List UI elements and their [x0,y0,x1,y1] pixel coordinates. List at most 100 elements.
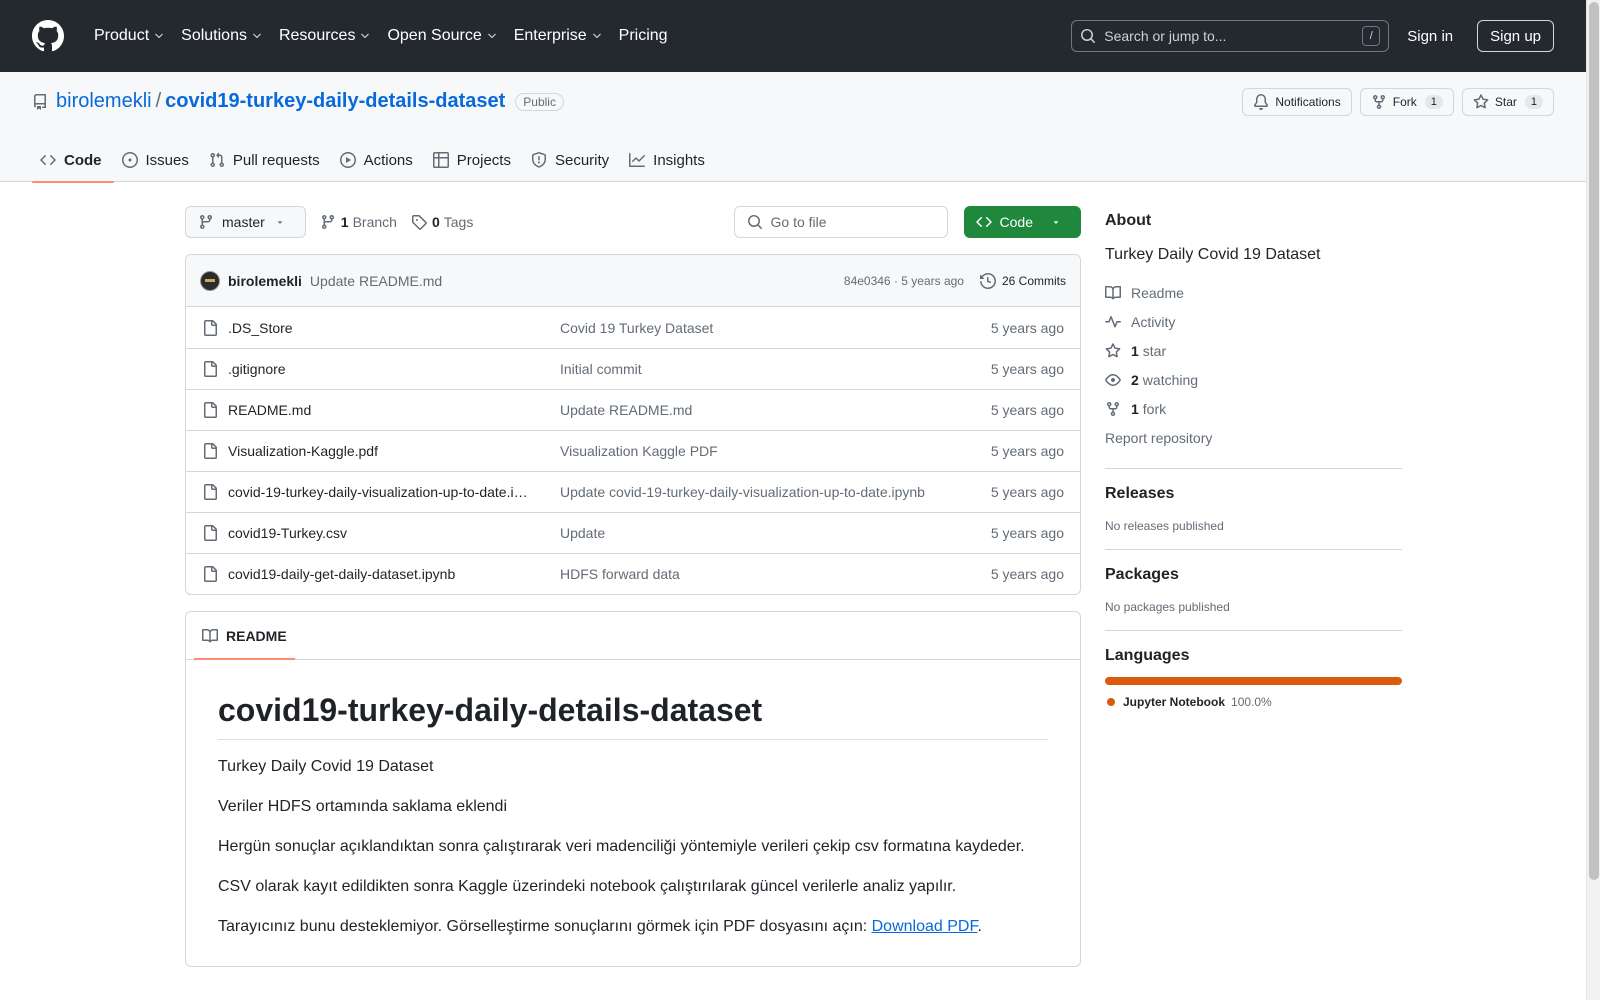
file-commit-message-link[interactable]: Visualization Kaggle PDF [560,443,944,459]
file-navigation: master 1 Branch 0 Tags Go to file Code [185,206,1081,238]
tab-issues[interactable]: Issues [114,138,201,182]
tag-icon [411,215,427,230]
tags-link[interactable]: 0 Tags [411,214,473,230]
file-name-link[interactable]: covid19-Turkey.csv [228,525,528,541]
language-item[interactable]: Jupyter Notebook 100.0% [1105,695,1402,709]
tab-label: Security [554,151,610,169]
go-to-file-input[interactable]: Go to file [733,206,948,238]
global-search-input[interactable]: Search or jump to... / [1071,20,1390,52]
branch-select-button[interactable]: master [185,206,306,238]
tab-readme[interactable]: README [194,612,295,660]
readme-link[interactable]: Readme [1105,278,1402,307]
visibility-badge: Public [515,92,564,111]
tab-actions[interactable]: Actions [332,138,425,182]
tab-insights[interactable]: Insights [621,138,717,182]
star-label: Star [1494,95,1517,109]
repo-owner-link[interactable]: birolemekli [56,90,152,113]
file-name-link[interactable]: README.md [228,402,528,418]
file-name-link[interactable]: .gitignore [228,361,528,377]
tab-pull-requests[interactable]: Pull requests [201,138,332,182]
nav-pricing[interactable]: Pricing [611,20,676,52]
nav-enterprise[interactable]: Enterprise [506,20,611,52]
search-placeholder: Search or jump to... [1104,28,1227,44]
file-commit-message-link[interactable]: Initial commit [560,361,944,377]
header-right: Search or jump to... / Sign in Sign up [1071,20,1554,52]
nav-label: Resources [278,27,356,44]
file-commit-message-link[interactable]: Update [560,525,944,541]
github-logo-icon[interactable] [32,20,64,52]
page-scrollbar[interactable] [1586,0,1600,1000]
file-commit-date: 5 years ago [990,443,1064,459]
repo-sidebar: About Turkey Daily Covid 19 Dataset Read… [1105,212,1402,709]
chevron-down-icon [592,33,601,39]
repo-actions: Notifications Fork 1 Star 1 [1242,88,1554,116]
fork-label: Fork [1392,95,1417,109]
table-row: .gitignore Initial commit 5 years ago [186,348,1080,389]
readme-title: covid19-turkey-daily-details-dataset [218,692,1048,740]
download-pdf-link[interactable]: Download PDF [872,918,978,935]
tab-security[interactable]: Security [523,138,621,182]
file-name-link[interactable]: Visualization-Kaggle.pdf [228,443,528,459]
scrollbar-thumb[interactable] [1589,2,1599,880]
play-icon [339,152,356,168]
file-icon [204,319,217,336]
languages-heading: Languages [1105,647,1190,664]
nav-solutions[interactable]: Solutions [173,20,271,52]
sign-in-link[interactable]: Sign in [1407,28,1453,45]
history-icon [979,272,996,289]
star-button[interactable]: Star 1 [1461,88,1554,116]
branches-link[interactable]: 1 Branch [320,214,397,230]
table-row: covid19-daily-get-daily-dataset.ipynb HD… [186,553,1080,594]
file-commit-message-link[interactable]: Update covid-19-turkey-daily-visualizati… [560,484,944,500]
commit-author-link[interactable]: birolemekli [228,273,302,289]
forks-link[interactable]: 1 fork [1105,394,1402,423]
file-name-link[interactable]: covid-19-turkey-daily-visualization-up-t… [228,484,528,500]
file-commit-message-link[interactable]: Update README.md [560,402,944,418]
readme-paragraph: Hergün sonuçlar açıklandıktan sonra çalı… [218,838,1025,855]
commit-sha-age[interactable]: 84e0346 · 5 years ago [844,274,964,288]
releases-heading[interactable]: Releases [1105,485,1402,503]
star-count: 1 [1524,95,1543,109]
notifications-button[interactable]: Notifications [1242,88,1352,116]
commit-message-link[interactable]: Update README.md [310,273,442,289]
branch-icon [199,215,212,230]
nav-resources[interactable]: Resources [271,20,379,52]
forks-count: 1 [1131,400,1139,417]
forks-label: fork [1142,400,1167,417]
search-shortcut-key: / [1362,26,1381,46]
readme-paragraph: Tarayıcınız bunu desteklemiyor. Görselle… [218,916,1048,938]
file-commit-message-link[interactable]: Covid 19 Turkey Dataset [560,320,944,336]
watchers-link[interactable]: 2 watching [1105,365,1402,394]
file-name-link[interactable]: covid19-daily-get-daily-dataset.ipynb [228,566,528,582]
file-list-box: birolemekli Update README.md 84e0346 · 5… [185,254,1081,595]
readme-link-label: Readme [1131,284,1184,301]
file-commit-date: 5 years ago [990,484,1064,500]
stars-count: 1 [1131,342,1139,359]
tag-label: Tags [443,214,474,230]
tab-code[interactable]: Code [32,138,114,183]
repo-title: birolemekli / covid19-turkey-daily-detai… [32,90,564,113]
file-commit-message-link[interactable]: HDFS forward data [560,566,944,582]
pulse-icon [1105,315,1121,327]
repo-header: birolemekli / covid19-turkey-daily-detai… [0,72,1586,183]
activity-link[interactable]: Activity [1105,307,1402,336]
code-dropdown-button[interactable]: Code [963,206,1081,238]
packages-heading[interactable]: Packages [1105,566,1402,584]
commits-history-link[interactable]: 26 Commits [979,272,1066,289]
nav-open-source[interactable]: Open Source [379,20,505,52]
tab-projects[interactable]: Projects [425,138,523,182]
fork-button[interactable]: Fork 1 [1359,88,1454,116]
sign-up-button[interactable]: Sign up [1477,20,1554,52]
stars-link[interactable]: 1 star [1105,336,1402,365]
file-name-link[interactable]: .DS_Store [228,320,528,336]
watching-label: watching [1142,371,1199,388]
star-icon [1473,94,1489,109]
report-repository-link[interactable]: Report repository [1105,423,1402,452]
avatar[interactable] [200,270,220,291]
table-row: .DS_Store Covid 19 Turkey Dataset 5 year… [186,307,1080,348]
nav-label: Product [94,27,150,44]
repo-description: Turkey Daily Covid 19 Dataset [1105,246,1321,263]
nav-product[interactable]: Product [86,20,173,52]
repo-name-link[interactable]: covid19-turkey-daily-details-dataset [165,90,505,113]
tab-label: Pull requests [232,151,320,169]
